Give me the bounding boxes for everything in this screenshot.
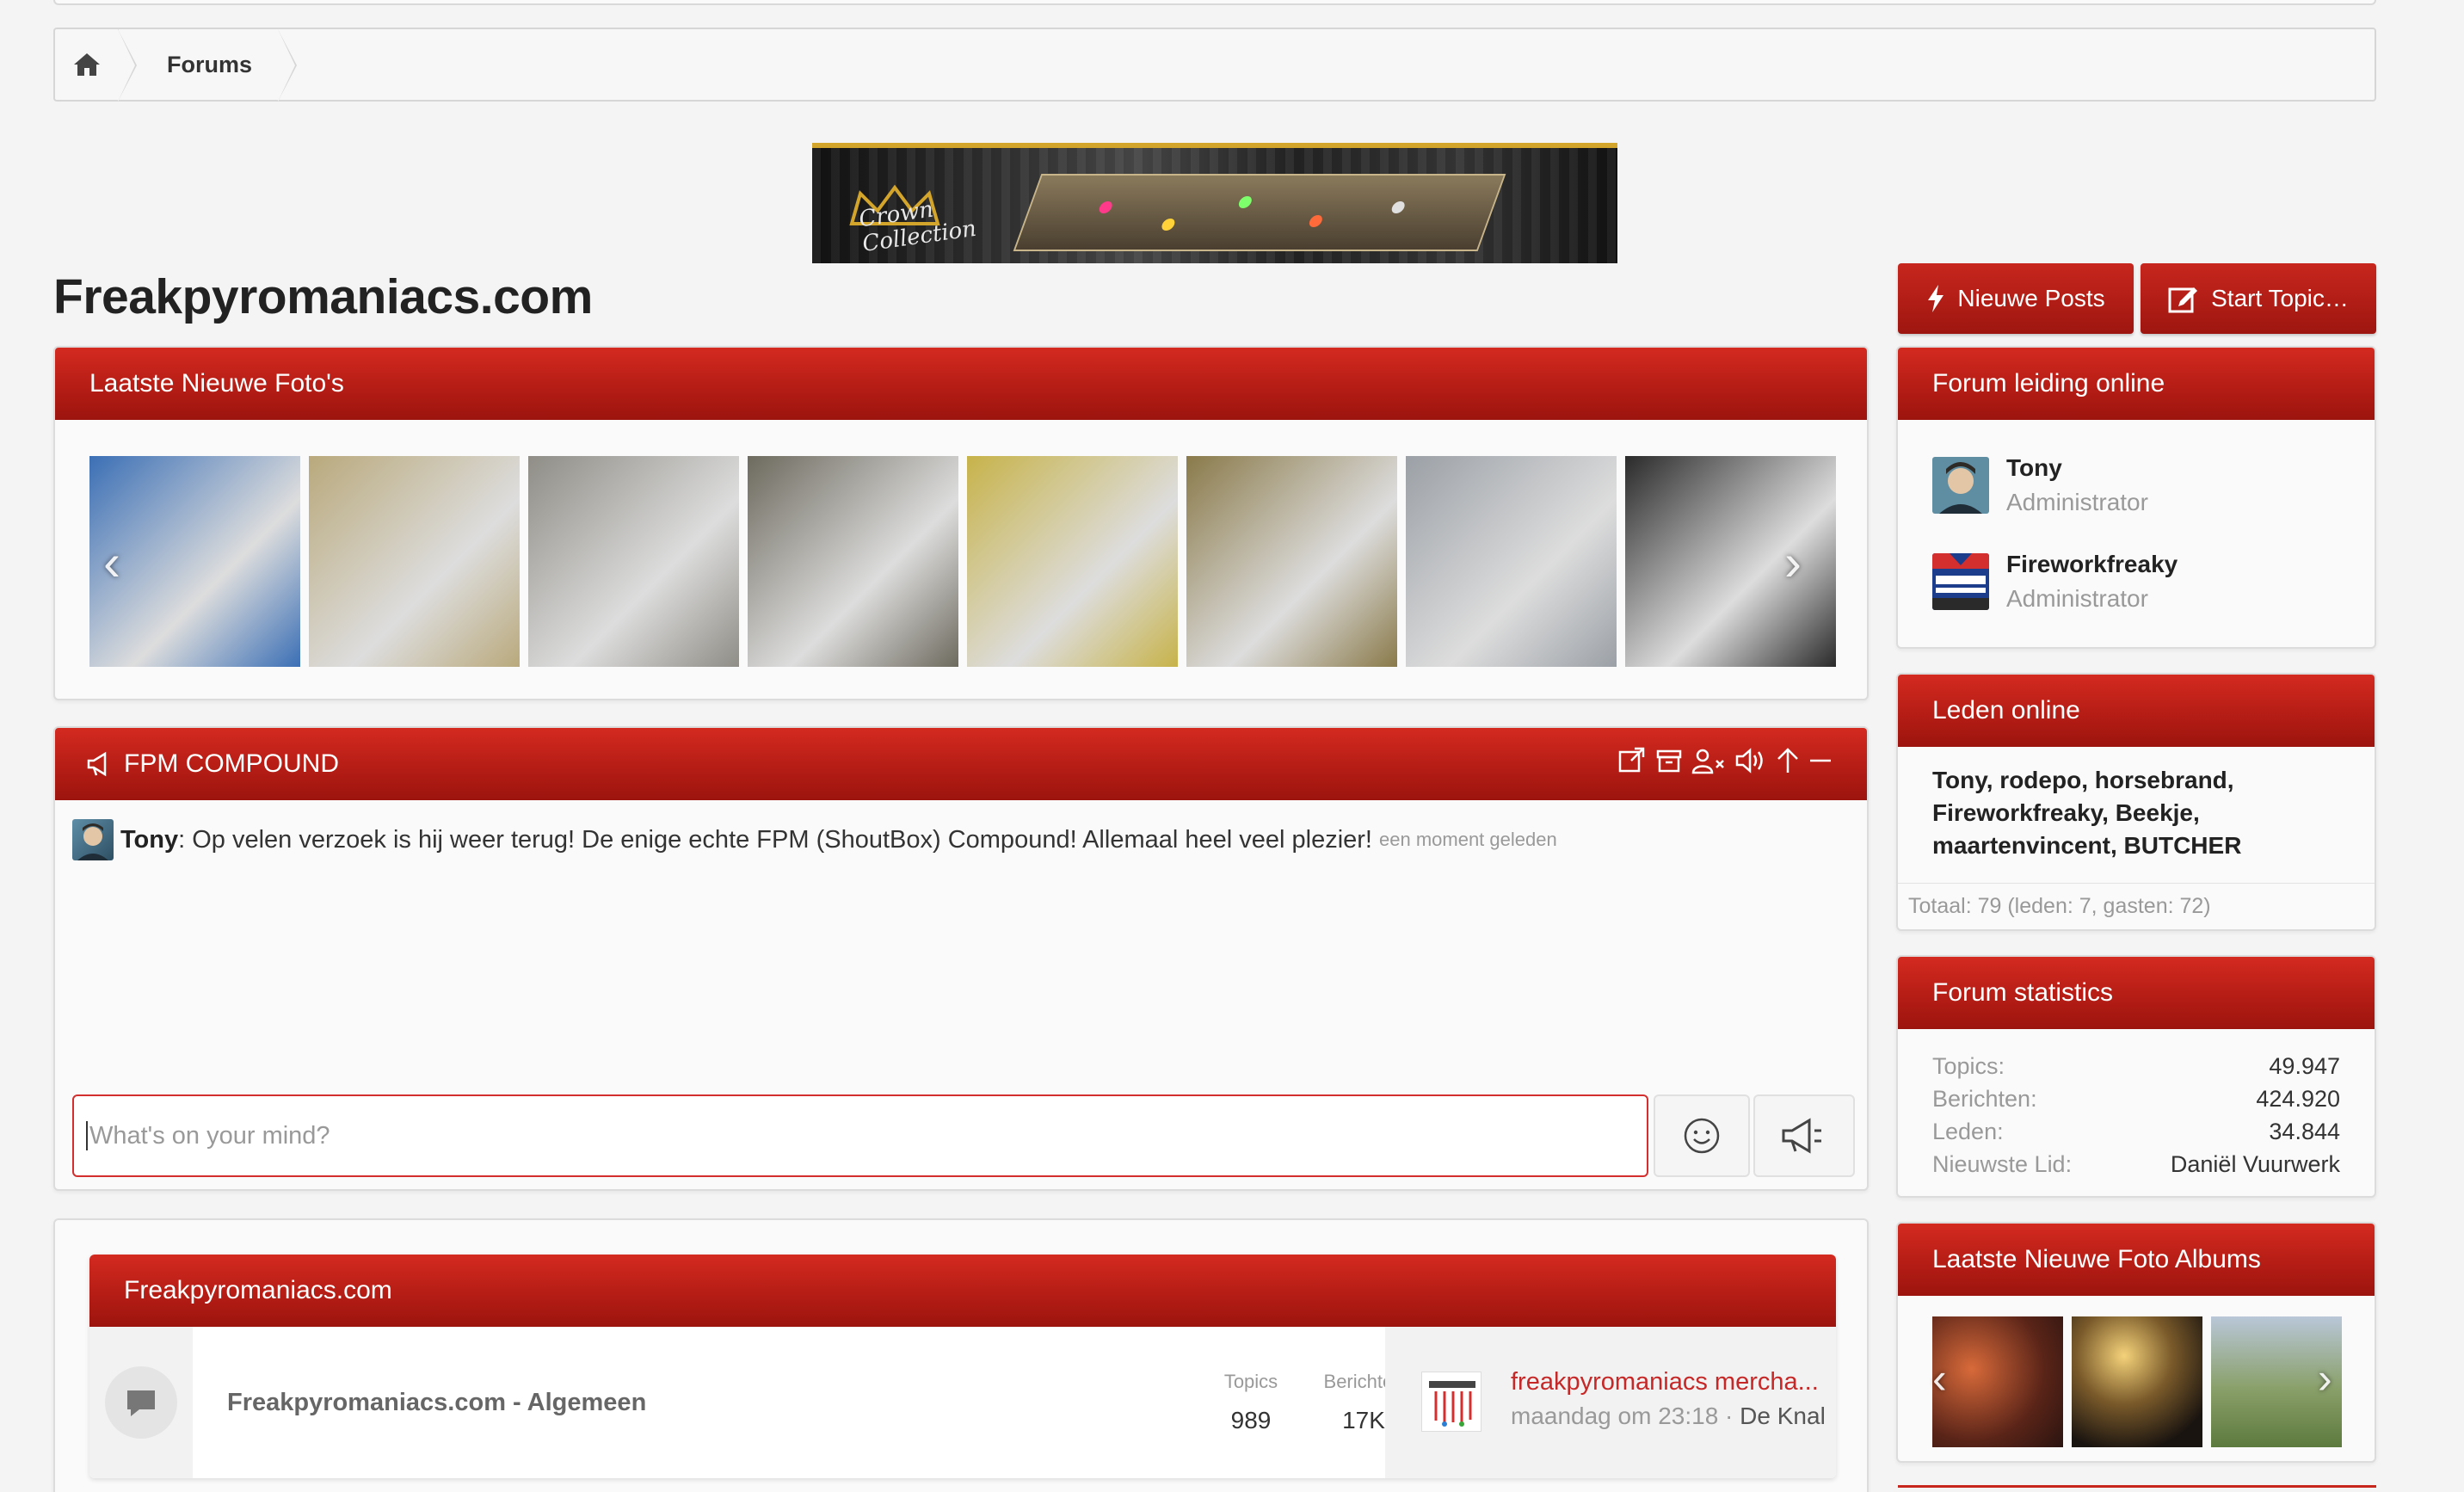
last-post-title[interactable]: freakpyromaniacs mercha...: [1511, 1368, 1829, 1396]
online-member[interactable]: Tony: [1932, 767, 1987, 793]
forum-category: Freakpyromaniacs.com Freakpyromaniacs.co…: [89, 1255, 1836, 1478]
megaphone-icon: [1782, 1118, 1821, 1154]
new-posts-button[interactable]: Nieuwe Posts: [1898, 263, 2134, 334]
smiley-icon: [1684, 1118, 1720, 1154]
members-online-title: Leden online: [1898, 675, 2375, 747]
shoutbox-tools: [1617, 747, 1833, 774]
megaphone-icon: [87, 751, 107, 777]
photo-thumbnail[interactable]: [748, 456, 958, 667]
archive-icon[interactable]: [1655, 747, 1683, 774]
chevron-left-icon[interactable]: ‹: [1932, 1353, 1967, 1404]
stat-newest-member: Nieuwste Lid: Daniël Vuurwerk: [1932, 1151, 2340, 1177]
photo-thumbnail[interactable]: [528, 456, 739, 667]
forum-category-title[interactable]: Freakpyromaniacs.com: [89, 1255, 1836, 1327]
online-member[interactable]: horsebrand: [2095, 767, 2227, 793]
ad-banner[interactable]: Crown Collection: [812, 143, 1617, 263]
send-shout-button[interactable]: [1753, 1094, 1855, 1177]
minimize-icon[interactable]: [1808, 747, 1833, 774]
photo-thumbnail[interactable]: [1406, 456, 1617, 667]
online-member[interactable]: rodepo: [1999, 767, 2081, 793]
shout-time: een moment geleden: [1379, 829, 1557, 850]
chevron-left-icon[interactable]: ‹: [103, 537, 138, 589]
avatar[interactable]: [72, 819, 114, 860]
online-total: Totaal: 79 (leden: 7, gasten: 72): [1898, 883, 2375, 919]
banner-product-image: [1013, 174, 1506, 251]
next-block-edge: [1898, 1485, 2376, 1492]
latest-photos-title: Laatste Nieuwe Foto's: [55, 348, 1867, 420]
album-carousel: [1932, 1316, 2342, 1447]
photo-thumbnail[interactable]: [309, 456, 520, 667]
latest-photos-block: Laatste Nieuwe Foto's ‹ ›: [53, 346, 1869, 700]
stat-topics: Topics: 49.947: [1932, 1053, 2340, 1079]
chevron-right-icon[interactable]: ›: [2318, 1353, 2352, 1404]
emoji-button[interactable]: [1654, 1094, 1750, 1177]
chevron-right-icon[interactable]: ›: [1784, 537, 1819, 589]
forum-stats-block: Forum statistics Topics: 49.947 Berichten…: [1896, 955, 2376, 1198]
online-member[interactable]: BUTCHER: [2124, 832, 2242, 859]
start-topic-button[interactable]: Start Topic…: [2141, 263, 2376, 334]
online-member[interactable]: Fireworkfreaky: [1932, 799, 2102, 826]
arrow-up-icon[interactable]: [1776, 747, 1800, 774]
forum-status-icon: [105, 1366, 177, 1439]
breadcrumb-item-forums[interactable]: Forums: [119, 29, 298, 102]
photo-carousel: [89, 456, 1836, 667]
forum-row[interactable]: Freakpyromaniacs.com - Algemeen Topics 9…: [89, 1327, 1836, 1478]
shout-input[interactable]: What's on your mind?: [72, 1094, 1648, 1177]
volume-icon[interactable]: [1734, 747, 1767, 774]
staff-online-title: Forum leiding online: [1898, 348, 2375, 420]
bolt-icon: [1928, 285, 1944, 312]
online-member-list: Tony, rodepo, horsebrand, Fireworkfreaky…: [1932, 767, 2242, 859]
forum-topics-stat: Topics 989: [1223, 1371, 1278, 1433]
last-post: freakpyromaniacs mercha... maandag om 23…: [1385, 1327, 1836, 1478]
shout-author[interactable]: Tony: [120, 826, 178, 854]
album-thumbnail[interactable]: [2072, 1316, 2202, 1447]
staff-member[interactable]: Tony Administrator: [1932, 454, 2148, 516]
online-member[interactable]: maartenvincent: [1932, 832, 2110, 859]
home-icon: [73, 53, 100, 76]
top-nav-edge: [53, 0, 2376, 5]
edit-icon: [2168, 287, 2198, 313]
stat-posts: Berichten: 424.920: [1932, 1086, 2340, 1112]
user-mute-icon[interactable]: [1691, 747, 1726, 774]
members-online-block: Leden online Tony, rodepo, horsebrand, F…: [1896, 673, 2376, 931]
photo-thumbnail[interactable]: [1186, 456, 1397, 667]
last-post-author[interactable]: De Knal: [1740, 1403, 1826, 1429]
breadcrumb: Forums: [53, 28, 2376, 102]
stat-members: Leden: 34.844: [1932, 1119, 2340, 1144]
avatar[interactable]: [1932, 553, 1989, 610]
chat-bubble-icon: [127, 1390, 155, 1416]
last-post-meta: maandag om 23:18 · De Knal: [1511, 1403, 1826, 1429]
latest-albums-title: Laatste Nieuwe Foto Albums: [1898, 1224, 2375, 1296]
latest-albums-block: Laatste Nieuwe Foto Albums ‹ ›: [1896, 1222, 2376, 1463]
shoutbox-header: FPM COMPOUND: [55, 728, 1867, 800]
shoutbox-block: FPM COMPOUND Tony : Op velen verzoek is …: [53, 726, 1869, 1191]
forum-name[interactable]: Freakpyromaniacs.com - Algemeen: [227, 1389, 646, 1417]
online-member[interactable]: Beekje: [2116, 799, 2193, 826]
photo-thumbnail[interactable]: [967, 456, 1178, 667]
avatar[interactable]: [1932, 457, 1989, 514]
shout-text: : Op velen verzoek is hij weer terug! De…: [178, 825, 1372, 854]
external-link-icon[interactable]: [1617, 747, 1647, 774]
breadcrumb-home[interactable]: [55, 29, 137, 102]
last-post-thumbnail[interactable]: [1421, 1372, 1481, 1432]
staff-online-block: Forum leiding online Tony Administrator …: [1896, 346, 2376, 649]
staff-member[interactable]: Fireworkfreaky Administrator: [1932, 551, 2178, 613]
shout-message: Tony : Op velen verzoek is hij weer teru…: [72, 819, 1557, 860]
page-title: Freakpyromaniacs.com: [53, 269, 593, 324]
forum-list-block: Freakpyromaniacs.com Freakpyromaniacs.co…: [53, 1218, 1869, 1492]
forum-stats-title: Forum statistics: [1898, 957, 2375, 1029]
